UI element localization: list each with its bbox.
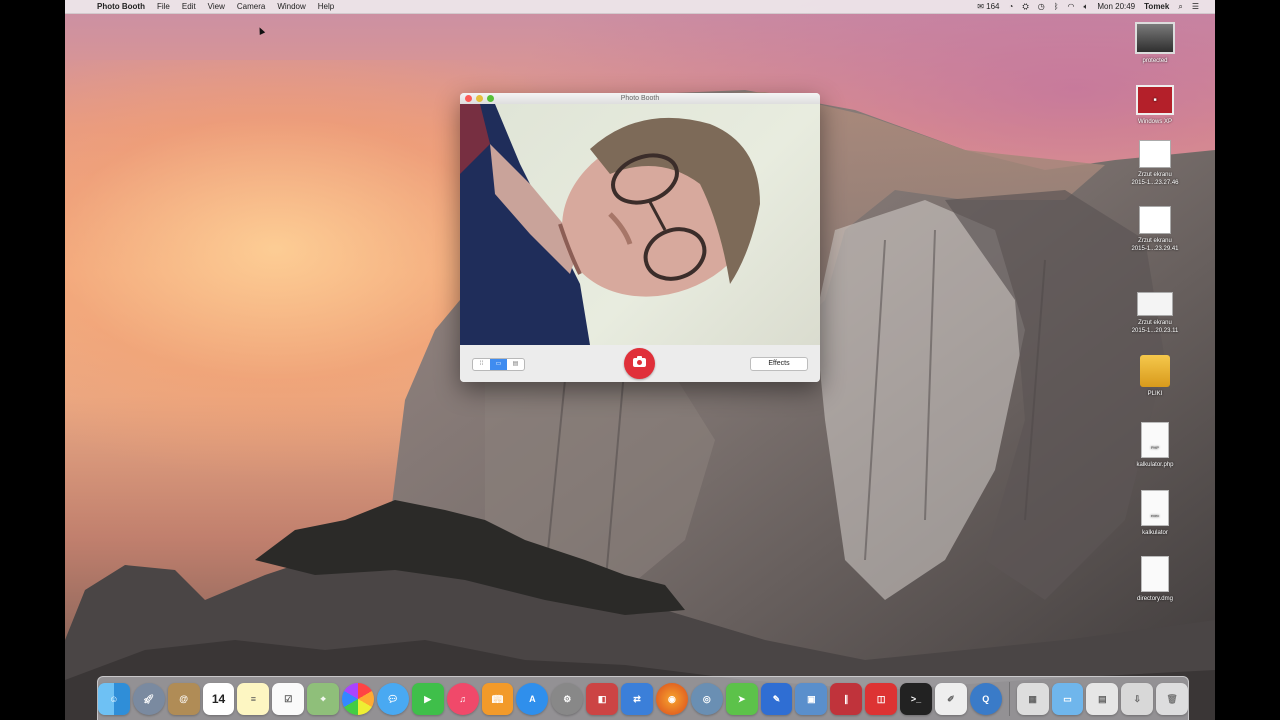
close-button[interactable]	[465, 95, 472, 102]
single-view-button[interactable]: ▭	[490, 359, 507, 370]
desktop-icon-kalkulator[interactable]: exec kalkulator	[1120, 490, 1190, 537]
menu-bar: Photo Booth File Edit View Camera Window…	[65, 0, 1215, 14]
firefox-icon[interactable]: ◉	[655, 683, 688, 715]
desktop-icon-kalkulator-php[interactable]: PHP kalkulator.php	[1120, 422, 1190, 469]
php-file-icon: PHP	[1141, 422, 1169, 458]
camera-icon	[633, 356, 646, 367]
screenshot-file-icon	[1139, 140, 1171, 168]
reminders-icon[interactable]: ☑	[272, 683, 305, 715]
camera-feed-image	[460, 104, 760, 345]
contacts-icon[interactable]: @	[167, 683, 200, 715]
minimize-button[interactable]	[476, 95, 483, 102]
notes-icon[interactable]: ≡	[237, 683, 270, 715]
dmg-file-icon	[1141, 556, 1169, 592]
terminal-icon[interactable]: >_	[900, 683, 932, 715]
desktop-icon-screenshot-3[interactable]: Zrzut ekranu 2015-1...20.23.11	[1120, 292, 1190, 335]
vm-icon: ■	[1136, 85, 1174, 115]
four-up-view-button[interactable]: ⁞⁞	[473, 359, 490, 370]
mail-icon: ✉	[977, 2, 984, 11]
photo-booth-toolbar: ⁞⁞ ▭ ▤ Effects	[460, 345, 820, 382]
maps-icon[interactable]: ⌖	[307, 683, 340, 715]
photo-booth-window: Photo Booth ⁞⁞ ▭ ▤ Effects	[460, 93, 820, 382]
desktop-icons: protected ■ Windows XP Zrzut ekranu 2015…	[1095, 0, 1215, 640]
dock-separator	[1008, 682, 1010, 716]
virtualbox-icon[interactable]: ▣	[795, 683, 828, 715]
zoom-button[interactable]	[487, 95, 494, 102]
xcode-icon[interactable]: ✎	[760, 683, 793, 715]
mail-status[interactable]: ✉ 164	[977, 2, 999, 11]
trash-icon[interactable]: 🗑︎	[1156, 683, 1189, 715]
desktop-icon-screenshot-1[interactable]: Zrzut ekranu 2015-1...23.27.46	[1120, 140, 1190, 187]
facetime-icon[interactable]: ▶	[411, 683, 444, 715]
camera-preview	[460, 104, 820, 345]
bluetooth-icon[interactable]: ᛒ	[1054, 2, 1059, 11]
menu-window[interactable]: Window	[277, 2, 305, 11]
timemachine-icon[interactable]: ◷	[1038, 2, 1045, 11]
volume-icon[interactable]: 🔈︎	[1084, 2, 1089, 12]
menu-file[interactable]: File	[157, 2, 170, 11]
exec-file-icon: exec	[1141, 490, 1169, 526]
drive-icon	[1140, 355, 1170, 387]
photos-icon[interactable]	[342, 683, 374, 715]
airdrop-icon[interactable]: ➤	[725, 683, 758, 715]
finder-icon[interactable]: ☺	[97, 683, 130, 715]
messages-icon[interactable]: 💬︎	[376, 683, 409, 715]
system-preferences-icon[interactable]: ⚙	[551, 683, 584, 715]
applications-folder-icon[interactable]: ▭	[1051, 683, 1084, 715]
documents-stack-icon[interactable]: ▤	[1086, 683, 1119, 715]
photo-booth-icon[interactable]: ◫	[865, 683, 898, 715]
network-icon[interactable]: ◎	[690, 683, 723, 715]
take-photo-button[interactable]	[624, 348, 655, 379]
menu-help[interactable]: Help	[318, 2, 334, 11]
menu-edit[interactable]: Edit	[182, 2, 196, 11]
screenshot-thumbnail-icon	[1135, 22, 1175, 54]
calendar-icon[interactable]: 14	[202, 683, 235, 715]
desktop: Photo Booth File Edit View Camera Window…	[65, 0, 1215, 720]
downloads-stack-icon[interactable]: ⇩	[1121, 683, 1154, 715]
menu-view[interactable]: View	[208, 2, 225, 11]
window-controls	[465, 95, 494, 102]
desktop-icon-protected[interactable]: protected	[1120, 22, 1190, 65]
window-titlebar[interactable]: Photo Booth	[460, 93, 820, 104]
preview-icon[interactable]: ◧	[586, 683, 619, 715]
desktop-icon-pliki[interactable]: PLIKI	[1120, 355, 1190, 398]
security-icon[interactable]: ⛭	[1022, 2, 1028, 12]
app-store-icon[interactable]: A	[516, 683, 549, 715]
textedit-icon[interactable]: ✐	[934, 683, 967, 715]
wifi-icon[interactable]: ◠	[1068, 2, 1075, 11]
dock-document-icon[interactable]: ▦	[1016, 683, 1049, 715]
parallels-icon[interactable]: ∥	[830, 683, 863, 715]
filezilla-icon[interactable]: ⇄	[621, 683, 653, 715]
desktop-icon-windows-xp[interactable]: ■ Windows XP	[1120, 85, 1190, 126]
itunes-icon[interactable]: ♫	[446, 683, 479, 715]
menu-app-name[interactable]: Photo Booth	[97, 2, 145, 11]
desktop-icon-screenshot-2[interactable]: Zrzut ekranu 2015-1...23.29.41	[1120, 206, 1190, 253]
sync-icon[interactable]: ◔	[1008, 2, 1013, 11]
window-title: Photo Booth	[620, 95, 660, 102]
view-mode-segmented-control: ⁞⁞ ▭ ▤	[472, 358, 525, 371]
menu-camera[interactable]: Camera	[237, 2, 265, 11]
desktop-icon-directory-dmg[interactable]: directory.dmg	[1120, 556, 1190, 603]
screenshot-file-icon	[1137, 292, 1173, 316]
screenshot-file-icon	[1139, 206, 1171, 234]
effects-button[interactable]: Effects	[750, 357, 808, 371]
mail-count: 164	[986, 2, 1000, 11]
quicktime-icon[interactable]: Q	[969, 683, 1002, 715]
dock: ☺ 🚀︎ @ 14 ≡ ☑ ⌖ 💬︎ ▶ ♫ 📖︎ A ⚙ ◧ ⇄ ◉ ◎ ➤ …	[97, 676, 1189, 720]
launchpad-icon[interactable]: 🚀︎	[132, 683, 165, 715]
movie-view-button[interactable]: ▤	[507, 359, 524, 370]
ibooks-icon[interactable]: 📖︎	[481, 683, 514, 715]
